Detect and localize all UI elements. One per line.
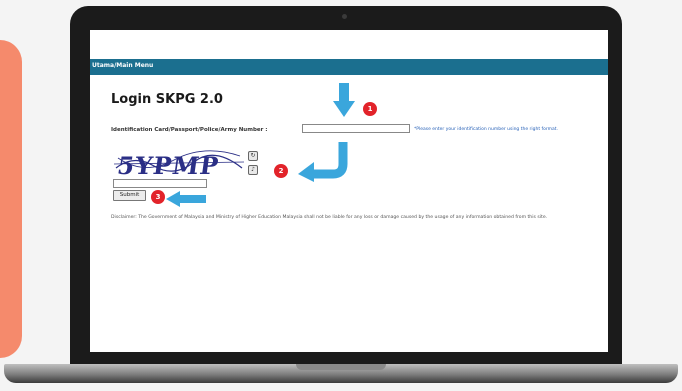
arrow-left-icon (298, 142, 348, 182)
main-menu-link[interactable]: Utama/Main Menu (92, 62, 153, 69)
captcha-input[interactable] (113, 179, 207, 188)
page-title: Login SKPG 2.0 (111, 92, 223, 107)
arrow-down-icon (333, 83, 355, 117)
captcha-image: 5YPMP (114, 150, 244, 180)
laptop-base (4, 364, 678, 383)
laptop-mockup: Utama/Main Menu Login SKPG 2.0 Identific… (0, 0, 682, 391)
laptop-base-notch (296, 364, 386, 370)
captcha-text: 5YPMP (116, 151, 222, 180)
audio-icon[interactable]: ♪ (248, 165, 258, 175)
id-number-input[interactable] (302, 124, 410, 133)
submit-button[interactable]: Submit (113, 190, 146, 201)
step-2-badge: 2 (274, 164, 288, 178)
webcam-dot (342, 14, 347, 19)
laptop-screen: Utama/Main Menu Login SKPG 2.0 Identific… (90, 30, 608, 352)
decorative-side-panel (0, 40, 22, 358)
id-number-label: Identification Card/Passport/Police/Army… (111, 127, 268, 133)
step-3-badge: 3 (151, 190, 165, 204)
refresh-icon[interactable]: ↻ (248, 151, 258, 161)
step-1-badge: 1 (363, 102, 377, 116)
disclaimer-text: Disclaimer: The Government of Malaysia a… (111, 215, 548, 220)
arrow-left-icon (166, 191, 206, 207)
id-format-hint: *Please enter your identification number… (414, 127, 558, 132)
main-nav-bar: Utama/Main Menu (90, 59, 608, 75)
